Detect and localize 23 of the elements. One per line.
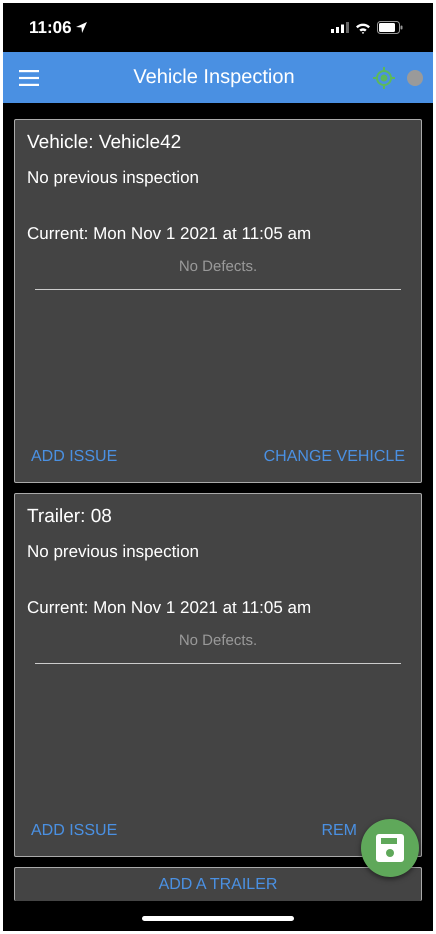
card-title: Trailer: 08 [27,506,113,528]
card-action-link[interactable]: ADD ISSUE [27,446,122,468]
wifi-icon [355,22,371,34]
defects-text: No Defects. [178,632,258,649]
card-action-link[interactable]: ADD ISSUE [27,820,122,842]
gps-target-icon [373,66,395,88]
save-icon [376,834,404,862]
defects-text: No Defects. [178,258,258,275]
current-inspection-text: Current: Mon Nov 1 2021 at 11:05 am [27,224,312,244]
battery-icon [377,21,403,34]
location-arrow-icon [76,22,87,33]
card-title: Vehicle: Vehicle42 [27,132,182,154]
previous-inspection-text: No previous inspection [27,168,200,188]
previous-inspection-text: No previous inspection [27,542,200,562]
app-title: Vehicle Inspection [132,66,296,89]
card-action-link[interactable]: CHANGE VEHICLE [260,446,409,468]
menu-icon[interactable] [19,70,39,86]
current-inspection-text: Current: Mon Nov 1 2021 at 11:05 am [27,598,312,618]
add-trailer-button[interactable]: ADD A TRAILER [14,867,422,901]
card-action-link[interactable]: REM [321,820,357,842]
signal-icon [331,22,349,33]
status-dot-icon [407,70,423,86]
status-time: 11:06 [29,18,72,38]
